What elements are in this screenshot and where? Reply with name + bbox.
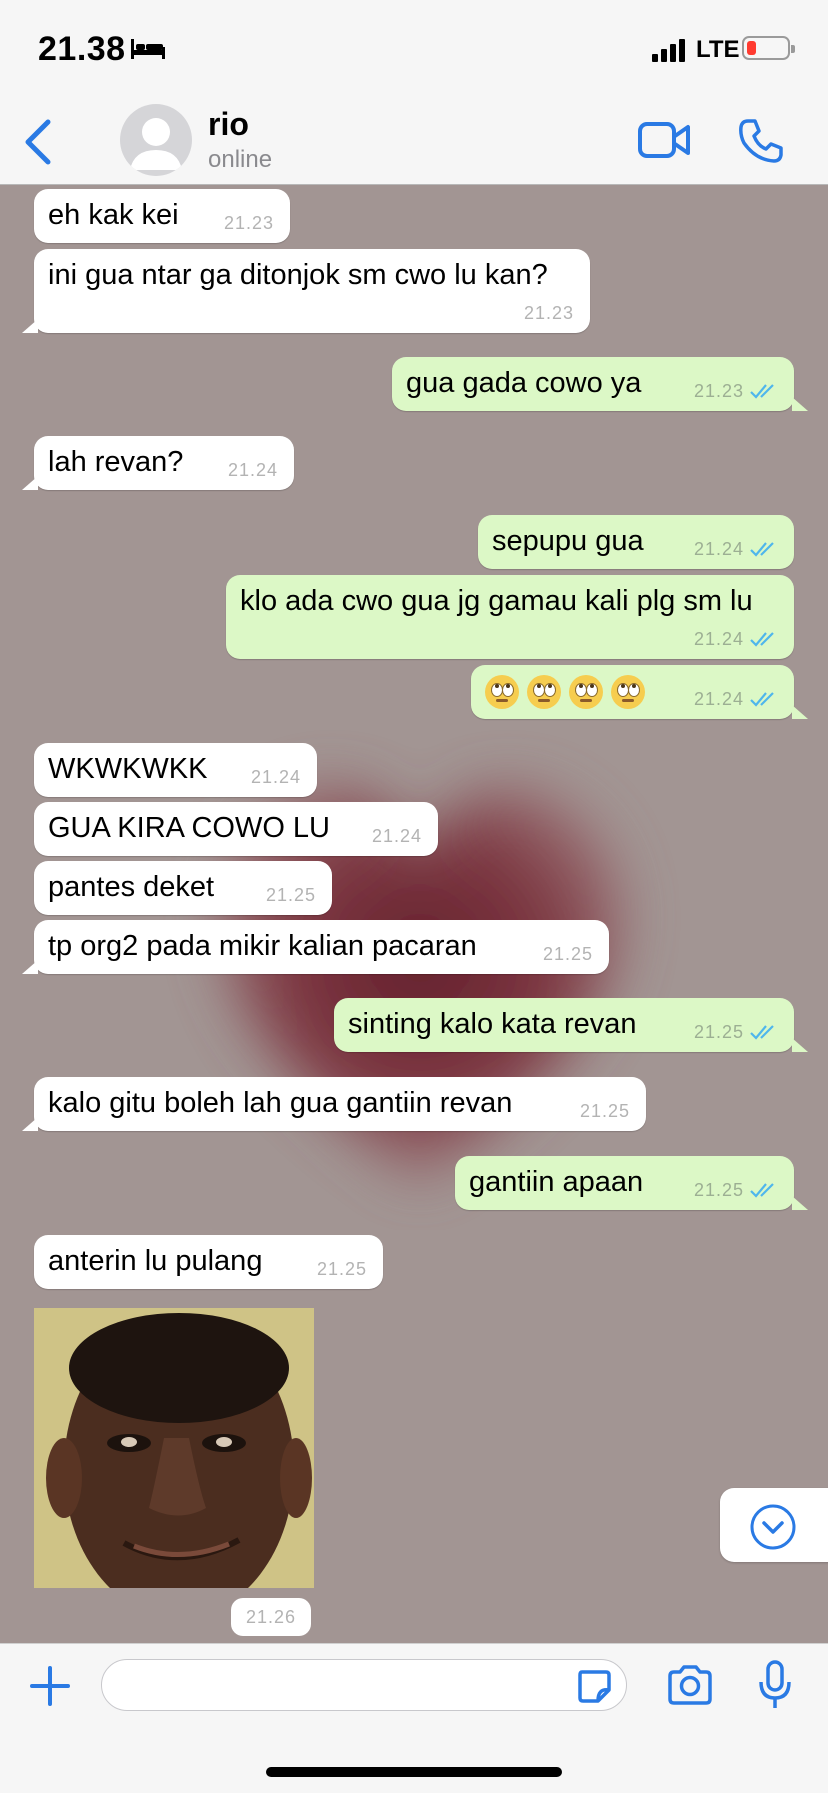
video-call-icon[interactable]: [638, 120, 690, 160]
microphone-icon[interactable]: [758, 1660, 792, 1710]
message-outgoing[interactable]: gantiin apaan 21.25: [455, 1156, 808, 1210]
network-type: LTE: [696, 36, 740, 63]
message-outgoing[interactable]: gua gada cowo ya 21.23: [392, 357, 808, 411]
smiling-man-photo: [34, 1308, 314, 1588]
message-time: 21.23: [223, 213, 274, 233]
signal-icon: [652, 39, 685, 62]
message-text: GUA KIRA COWO LU: [48, 812, 330, 844]
message-time: 21.24: [371, 826, 422, 846]
message-time: 21.23: [693, 381, 744, 401]
message-text: sepupu gua: [492, 525, 644, 557]
message-time: 21.25: [693, 1022, 744, 1042]
read-receipt-icon: [750, 632, 774, 647]
message-text: tp org2 pada mikir kalian pacaran: [48, 930, 477, 962]
message-incoming[interactable]: ini gua ntar ga ditonjok sm cwo lu kan? …: [22, 249, 590, 333]
message-incoming[interactable]: eh kak kei 21.23: [34, 189, 290, 243]
rolling-eyes-emoji: [485, 675, 519, 710]
image-time: 21.26: [231, 1598, 311, 1636]
read-receipt-icon: [750, 692, 774, 707]
message-time: 21.24: [693, 689, 744, 709]
chat-header: rio online: [0, 100, 828, 185]
message-outgoing[interactable]: sepupu gua 21.24: [478, 515, 794, 569]
message-list[interactable]: eh kak kei 21.23 ini gua ntar ga ditonjo…: [0, 185, 828, 1643]
home-indicator: [266, 1767, 562, 1777]
message-time: 21.25: [316, 1259, 367, 1279]
status-time: 21.38: [38, 30, 126, 68]
default-avatar-icon: [130, 118, 182, 170]
message-incoming[interactable]: kalo gitu boleh lah gua gantiin revan 21…: [22, 1077, 646, 1131]
read-receipt-icon: [750, 542, 774, 557]
message-text: sinting kalo kata revan: [348, 1008, 637, 1040]
image-message[interactable]: [34, 1308, 314, 1588]
message-text: klo ada cwo gua jg gamau kali plg sm lu: [240, 585, 753, 617]
bed-icon: [131, 39, 165, 59]
contact-name[interactable]: rio: [208, 106, 249, 143]
message-time: 21.24: [250, 767, 301, 787]
message-input[interactable]: [101, 1659, 627, 1711]
camera-icon[interactable]: [666, 1664, 714, 1706]
message-text: gua gada cowo ya: [406, 367, 642, 399]
emoji-row: [485, 675, 653, 710]
message-incoming[interactable]: tp org2 pada mikir kalian pacaran 21.25: [22, 920, 609, 974]
message-text: eh kak kei: [48, 199, 179, 231]
message-outgoing[interactable]: sinting kalo kata revan 21.25: [334, 998, 808, 1052]
rolling-eyes-emoji: [527, 675, 561, 710]
message-text: gantiin apaan: [469, 1166, 644, 1198]
back-chevron-icon[interactable]: [22, 118, 54, 166]
message-outgoing[interactable]: klo ada cwo gua jg gamau kali plg sm lu …: [226, 575, 794, 659]
scroll-to-bottom-button[interactable]: [720, 1488, 828, 1562]
chevron-down-circle-icon: [750, 1504, 796, 1550]
message-outgoing[interactable]: 21.24: [471, 665, 808, 719]
message-text: kalo gitu boleh lah gua gantiin revan: [48, 1087, 513, 1119]
message-text: WKWKWKK: [48, 753, 208, 785]
message-text: anterin lu pulang: [48, 1245, 263, 1277]
composer-bar: [0, 1643, 828, 1793]
message-text: lah revan?: [48, 446, 184, 478]
read-receipt-icon: [750, 1025, 774, 1040]
message-text: ini gua ntar ga ditonjok sm cwo lu kan?: [48, 259, 548, 291]
message-time: 21.25: [542, 944, 593, 964]
message-time: 21.25: [693, 1180, 744, 1200]
message-incoming[interactable]: pantes deket 21.25: [34, 861, 332, 915]
message-time: 21.24: [227, 460, 278, 480]
status-bar: 21.38 LTE: [0, 0, 828, 100]
message-incoming[interactable]: anterin lu pulang 21.25: [34, 1235, 383, 1289]
message-incoming[interactable]: lah revan? 21.24: [22, 436, 294, 490]
message-incoming[interactable]: WKWKWKK 21.24: [34, 743, 317, 797]
message-time: 21.23: [523, 303, 574, 323]
phone-call-icon[interactable]: [738, 118, 784, 164]
read-receipt-icon: [750, 384, 774, 399]
message-time: 21.25: [265, 885, 316, 905]
battery-icon: [742, 36, 795, 60]
contact-status: online: [208, 146, 273, 173]
message-time: 21.24: [693, 539, 744, 559]
message-incoming[interactable]: GUA KIRA COWO LU 21.24: [34, 802, 438, 856]
rolling-eyes-emoji: [611, 675, 645, 710]
sticker-icon[interactable]: [576, 1668, 612, 1704]
message-time: 21.24: [693, 629, 744, 649]
message-time: 21.25: [579, 1101, 630, 1121]
rolling-eyes-emoji: [569, 675, 603, 710]
avatar[interactable]: [120, 104, 192, 176]
message-text: pantes deket: [48, 871, 215, 903]
read-receipt-icon: [750, 1183, 774, 1198]
plus-icon[interactable]: [30, 1666, 70, 1706]
